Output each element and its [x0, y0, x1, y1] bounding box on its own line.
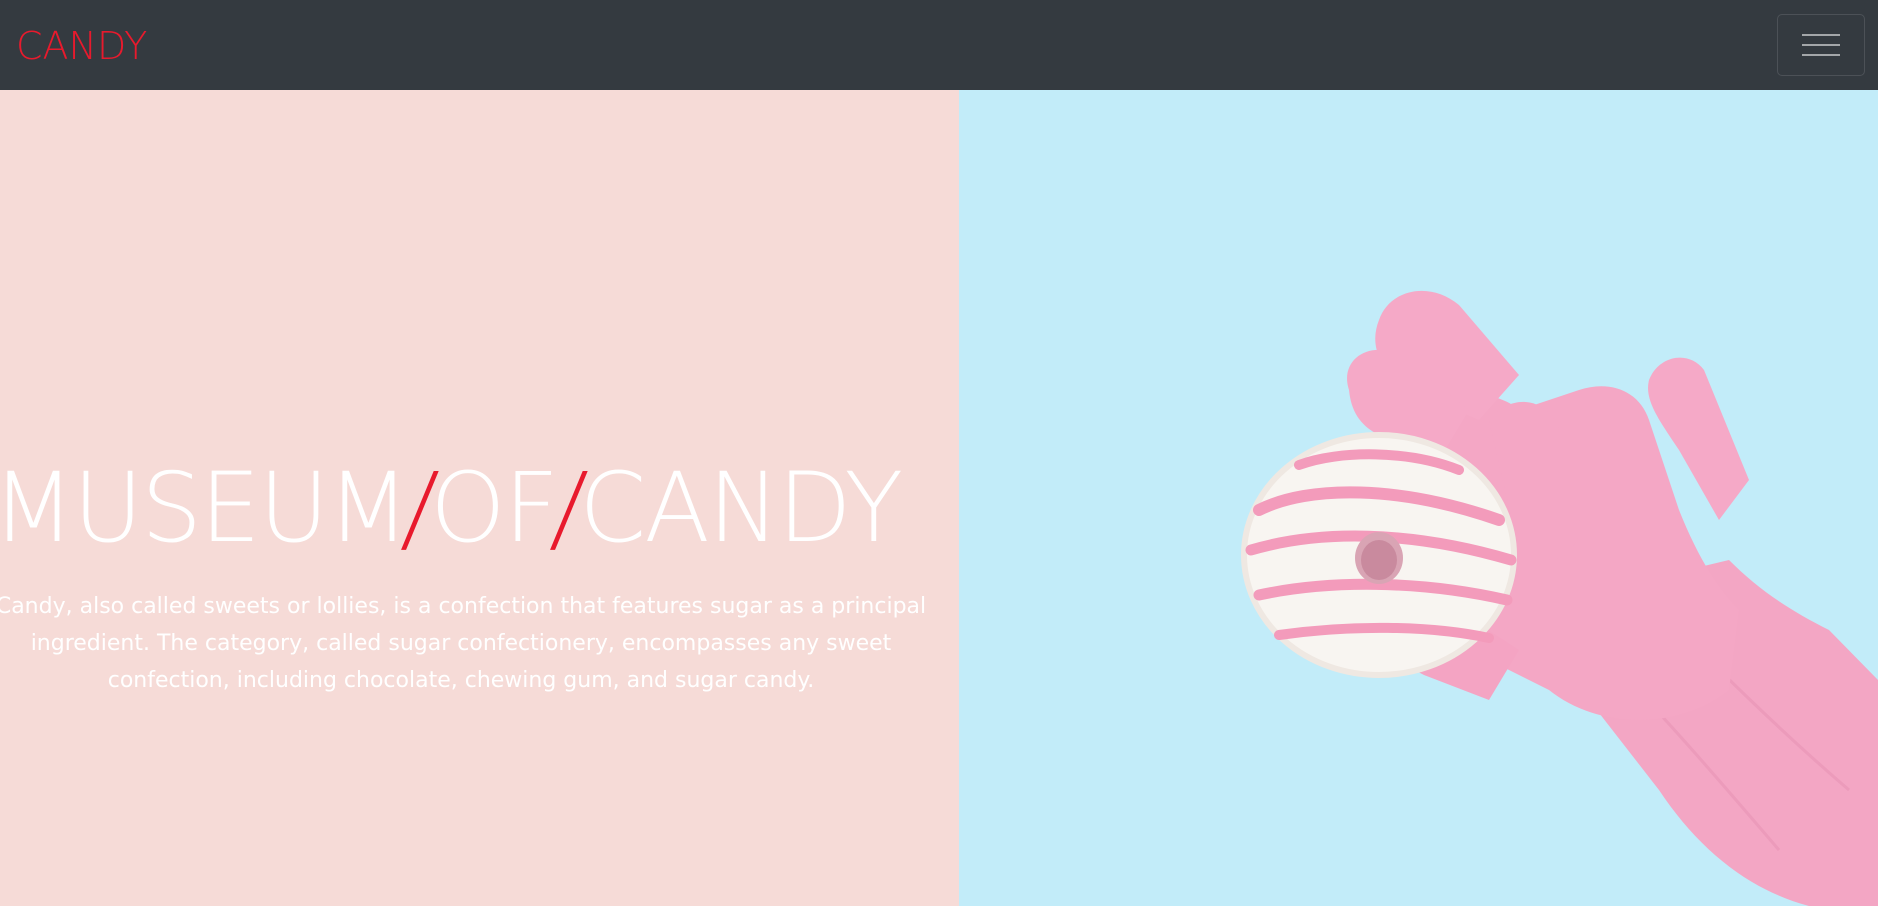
title-word-candy: CANDY — [579, 452, 903, 564]
gloved-hand-donut-image — [1241, 290, 1878, 906]
navbar-toggle-button[interactable] — [1777, 14, 1865, 76]
brand-logo-link[interactable]: CANDY — [16, 25, 147, 65]
hamburger-menu-icon — [1802, 34, 1840, 56]
top-navbar: CANDY — [0, 0, 1878, 90]
hero-text-panel: MUSEUM / OF / CANDY Candy, also called s… — [0, 90, 959, 906]
title-word-of: OF — [430, 452, 559, 564]
hero-title: MUSEUM / OF / CANDY — [0, 452, 903, 564]
hero-description: Candy, also called sweets or lollies, is… — [0, 594, 927, 693]
hero-image-panel — [959, 90, 1878, 906]
title-word-museum: MUSEUM — [0, 452, 410, 564]
hero-section: MUSEUM / OF / CANDY Candy, also called s… — [0, 90, 1878, 906]
